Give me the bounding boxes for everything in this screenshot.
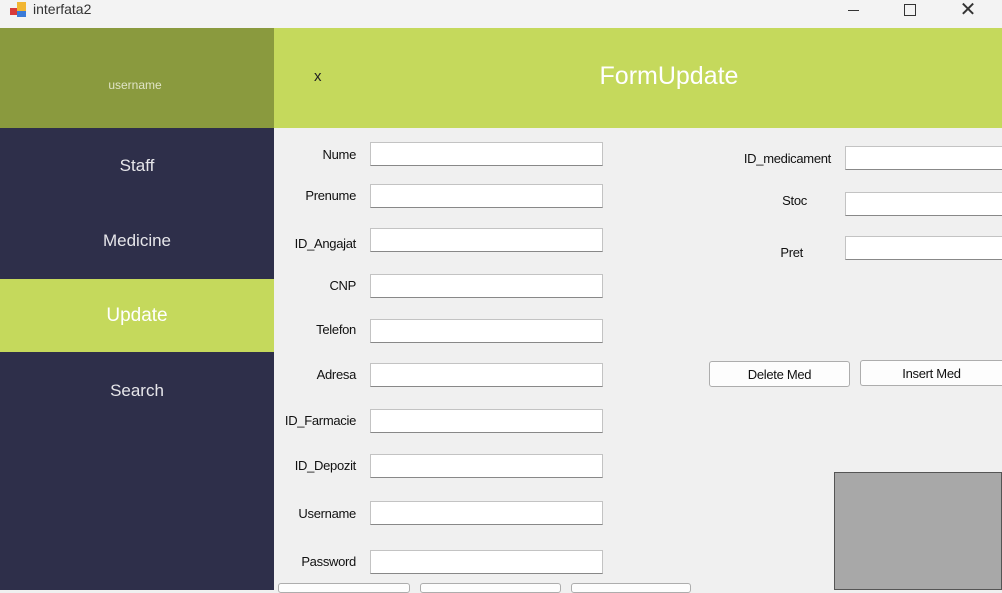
sidebar-item-staff[interactable]: Staff [0,128,274,203]
password-label: Password [301,554,356,569]
user-panel: username [0,28,274,128]
minimize-icon [847,9,859,11]
id-farmacie-label: ID_Farmacie [284,413,356,428]
window-close-button[interactable]: ✕ [945,0,991,20]
prenume-label: Prenume [305,188,356,203]
id-farmacie-input[interactable] [370,409,603,433]
insert-med-button[interactable]: Insert Med [860,360,1002,386]
nume-input[interactable] [370,142,603,166]
nume-label: Nume [322,147,357,162]
app-icon [10,2,26,18]
pret-input[interactable] [845,236,1002,260]
edge-marker [998,10,1002,22]
header: x FormUpdate [274,28,1002,128]
sidebar-item-search[interactable]: Search [0,352,274,430]
id-depozit-input[interactable] [370,454,603,478]
bottom-button-3[interactable] [571,583,691,593]
stoc-label: Stoc [782,193,807,208]
id-angajat-input[interactable] [370,228,603,252]
window-title: interfata2 [33,1,92,17]
cnp-input[interactable] [370,274,603,298]
password-input[interactable] [370,550,603,574]
image-preview [834,472,1002,590]
telefon-input[interactable] [370,319,603,343]
telefon-label: Telefon [316,322,356,337]
id-angajat-label: ID_Angajat [294,236,357,251]
title-bar: interfata2 ✕ [0,0,1002,28]
maximize-button[interactable] [887,0,933,20]
sidebar: username Staff Medicine Update Search [0,28,274,590]
page-title: FormUpdate [599,62,739,90]
maximize-icon [904,4,916,16]
sidebar-item-medicine[interactable]: Medicine [0,203,274,278]
prenume-input[interactable] [370,184,603,208]
bottom-button-1[interactable] [278,583,410,593]
username-input[interactable] [370,501,603,525]
id-depozit-label: ID_Depozit [294,458,357,473]
delete-med-button[interactable]: Delete Med [709,361,850,387]
adresa-label: Adresa [316,367,357,382]
username-field-label: Username [298,506,356,521]
stoc-input[interactable] [845,192,1002,216]
minimize-button[interactable] [830,0,876,20]
pret-label: Pret [780,245,803,260]
cnp-label: CNP [329,278,356,293]
adresa-input[interactable] [370,363,603,387]
bottom-button-2[interactable] [420,583,561,593]
id-medicament-input[interactable] [845,146,1002,170]
close-icon: ✕ [959,0,977,21]
id-medicament-label: ID_medicament [743,151,831,166]
username-label: username [108,78,162,92]
sidebar-item-update[interactable]: Update [0,279,274,352]
